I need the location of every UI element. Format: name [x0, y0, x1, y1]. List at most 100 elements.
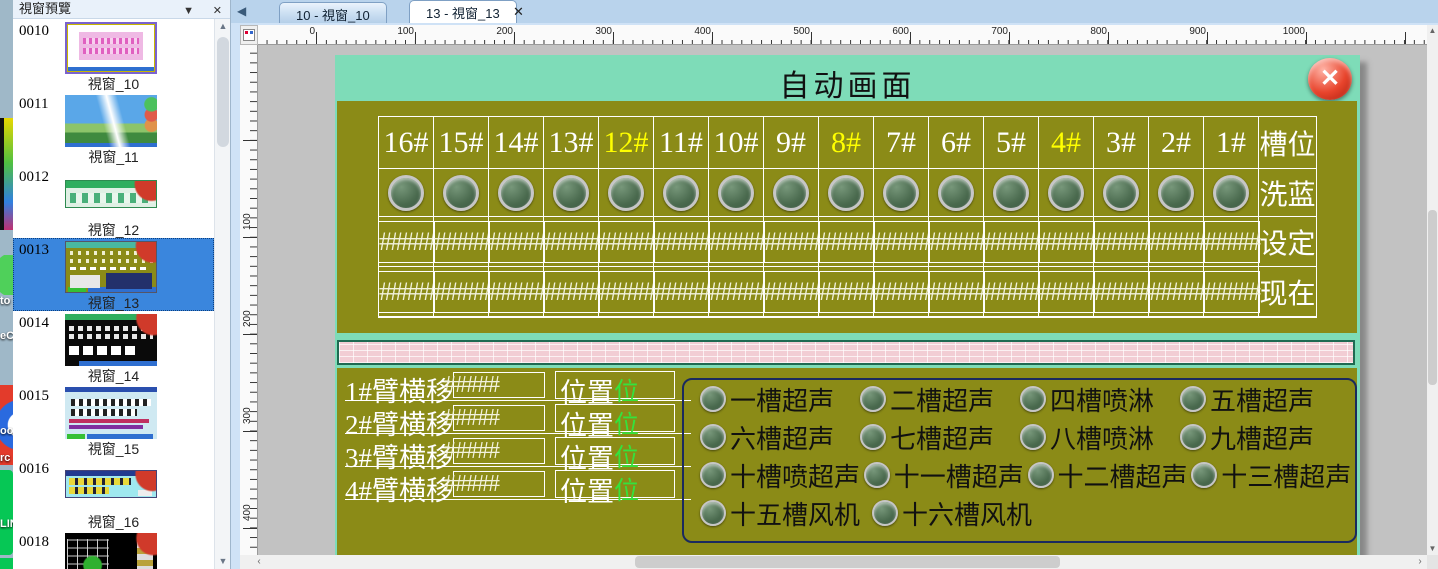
scroll-up-icon[interactable]: ▲ — [1427, 25, 1438, 37]
tank-lamp-indicator[interactable] — [700, 424, 726, 450]
tank-lamp-indicator[interactable] — [1020, 424, 1046, 450]
tank-lamp-button[interactable]: 五槽超声 — [1180, 381, 1340, 418]
window-preview-item[interactable]: 0016 視窗_16 — [13, 457, 214, 530]
tank-lamp-button[interactable]: 十槽喷超声 — [700, 457, 864, 494]
arm-position-box[interactable]: 位置 位 — [555, 404, 675, 432]
tank-lamp-button[interactable]: 一槽超声 — [700, 381, 860, 418]
window-thumbnail[interactable] — [65, 180, 157, 208]
tank-lamp-indicator[interactable] — [700, 500, 726, 526]
slot-lamp-indicator[interactable] — [388, 175, 424, 211]
numeric-display[interactable]: ##### — [763, 221, 820, 263]
tank-lamp-button[interactable]: 十三槽超声 — [1191, 457, 1355, 494]
slot-lamp-indicator[interactable] — [1213, 175, 1249, 211]
numeric-display[interactable]: ##### — [983, 221, 1040, 263]
design-canvas[interactable]: 自动画面 ✕ 16#15#14#13#12#11#10#9#8#7#6#5#4#… — [258, 45, 1427, 555]
window-thumbnail[interactable] — [65, 22, 157, 74]
arm-position-box[interactable]: 位置 位 — [555, 437, 675, 465]
sidebar-scrollbar[interactable]: ▲ ▼ — [214, 19, 230, 569]
vertical-scrollbar-thumb[interactable] — [1428, 210, 1437, 385]
slot-lamp-indicator[interactable] — [1048, 175, 1084, 211]
window-preview-item[interactable]: 0012 視窗_12 — [13, 165, 214, 238]
arm-numeric-display[interactable]: ##### — [453, 405, 545, 431]
numeric-display[interactable]: ##### — [1148, 221, 1205, 263]
tank-lamp-button[interactable]: 六槽超声 — [700, 419, 860, 456]
numeric-display[interactable]: ##### — [378, 221, 435, 263]
tab-prev-icon[interactable]: ◀ — [237, 4, 246, 18]
slot-lamp-indicator[interactable] — [993, 175, 1029, 211]
desktop-media-icon[interactable] — [0, 118, 13, 230]
numeric-display[interactable]: ##### — [1038, 221, 1095, 263]
scroll-left-icon[interactable]: ‹ — [252, 555, 266, 569]
numeric-display[interactable]: ##### — [1203, 221, 1260, 263]
window-thumbnail[interactable] — [65, 533, 157, 569]
tab-window-10[interactable]: 10 - 視窗_10 — [279, 2, 387, 23]
numeric-display[interactable]: ##### — [928, 221, 985, 263]
tank-lamp-indicator[interactable] — [700, 386, 726, 412]
tank-lamp-button[interactable]: 九槽超声 — [1180, 419, 1340, 456]
numeric-display[interactable]: ##### — [598, 221, 655, 263]
numeric-display[interactable]: ##### — [378, 271, 435, 313]
window-preview-item[interactable]: 0011 視窗_11 — [13, 92, 214, 165]
window-preview-item[interactable]: 0014 視窗_14 — [13, 311, 214, 384]
hmi-close-button[interactable]: ✕ — [1308, 58, 1352, 100]
scroll-down-icon[interactable]: ▼ — [1427, 543, 1438, 555]
slot-lamp-indicator[interactable] — [663, 175, 699, 211]
numeric-display[interactable]: ##### — [488, 221, 545, 263]
slot-lamp-indicator[interactable] — [938, 175, 974, 211]
scroll-right-icon[interactable]: › — [1413, 555, 1427, 569]
arm-position-box[interactable]: 位置 位 — [555, 371, 675, 399]
numeric-display[interactable]: ##### — [1093, 221, 1150, 263]
desktop-line-icon[interactable] — [0, 470, 13, 555]
numeric-display[interactable]: ##### — [1093, 271, 1150, 313]
window-preview-item[interactable]: 0015 視窗_15 — [13, 384, 214, 457]
numeric-display[interactable]: ##### — [433, 221, 490, 263]
page-setup-icon[interactable] — [243, 29, 255, 41]
arm-position-box[interactable]: 位置 位 — [555, 470, 675, 498]
slot-lamp-indicator[interactable] — [608, 175, 644, 211]
numeric-display[interactable]: ##### — [543, 271, 600, 313]
slot-lamp-indicator[interactable] — [498, 175, 534, 211]
window-thumbnail[interactable] — [65, 95, 157, 147]
desktop-line-icon[interactable] — [0, 558, 13, 569]
window-preview-item[interactable]: 0013 視窗_13 — [13, 238, 214, 311]
numeric-display[interactable]: ##### — [763, 271, 820, 313]
tank-lamp-indicator[interactable] — [860, 386, 886, 412]
arm-numeric-display[interactable]: ##### — [453, 471, 545, 497]
sidebar-scrollbar-thumb[interactable] — [217, 37, 229, 147]
window-thumbnail[interactable] — [65, 314, 157, 366]
numeric-display[interactable]: ##### — [818, 271, 875, 313]
numeric-display[interactable]: ##### — [1038, 271, 1095, 313]
window-thumbnail[interactable] — [65, 241, 157, 293]
numeric-display[interactable]: ##### — [818, 221, 875, 263]
hmi-screen[interactable]: 自动画面 ✕ 16#15#14#13#12#11#10#9#8#7#6#5#4#… — [335, 55, 1360, 555]
slot-lamp-indicator[interactable] — [828, 175, 864, 211]
sidebar-header[interactable]: 視窗預覽 ▼ ✕ — [13, 0, 230, 19]
numeric-display[interactable]: ##### — [708, 271, 765, 313]
numeric-display[interactable]: ##### — [488, 271, 545, 313]
horizontal-scrollbar-thumb[interactable] — [635, 556, 1060, 568]
numeric-display[interactable]: ##### — [653, 271, 710, 313]
tank-lamp-indicator[interactable] — [860, 424, 886, 450]
canvas-vertical-scrollbar[interactable]: ▲ ▼ — [1427, 25, 1438, 555]
window-preview-item[interactable]: 0018 — [13, 530, 214, 569]
canvas-horizontal-scrollbar[interactable]: ‹ › — [240, 555, 1427, 569]
numeric-display[interactable]: ##### — [873, 221, 930, 263]
numeric-display[interactable]: ##### — [653, 221, 710, 263]
tank-lamp-button[interactable]: 十二槽超声 — [1028, 457, 1192, 494]
slot-lamp-indicator[interactable] — [1158, 175, 1194, 211]
slot-lamp-indicator[interactable] — [1103, 175, 1139, 211]
arm-numeric-display[interactable]: ##### — [453, 372, 545, 398]
slot-lamp-indicator[interactable] — [883, 175, 919, 211]
slot-lamp-indicator[interactable] — [553, 175, 589, 211]
tank-lamp-indicator[interactable] — [1180, 386, 1206, 412]
numeric-display[interactable]: ##### — [543, 221, 600, 263]
numeric-display[interactable]: ##### — [928, 271, 985, 313]
numeric-display[interactable]: ##### — [1203, 271, 1260, 313]
tank-lamp-indicator[interactable] — [864, 462, 890, 488]
close-icon[interactable]: ✕ — [213, 2, 222, 20]
slot-lamp-indicator[interactable] — [773, 175, 809, 211]
arm-numeric-display[interactable]: ##### — [453, 438, 545, 464]
tank-lamp-button[interactable]: 四槽喷淋 — [1020, 381, 1180, 418]
window-thumbnail[interactable] — [65, 387, 157, 439]
tank-lamp-indicator[interactable] — [1180, 424, 1206, 450]
